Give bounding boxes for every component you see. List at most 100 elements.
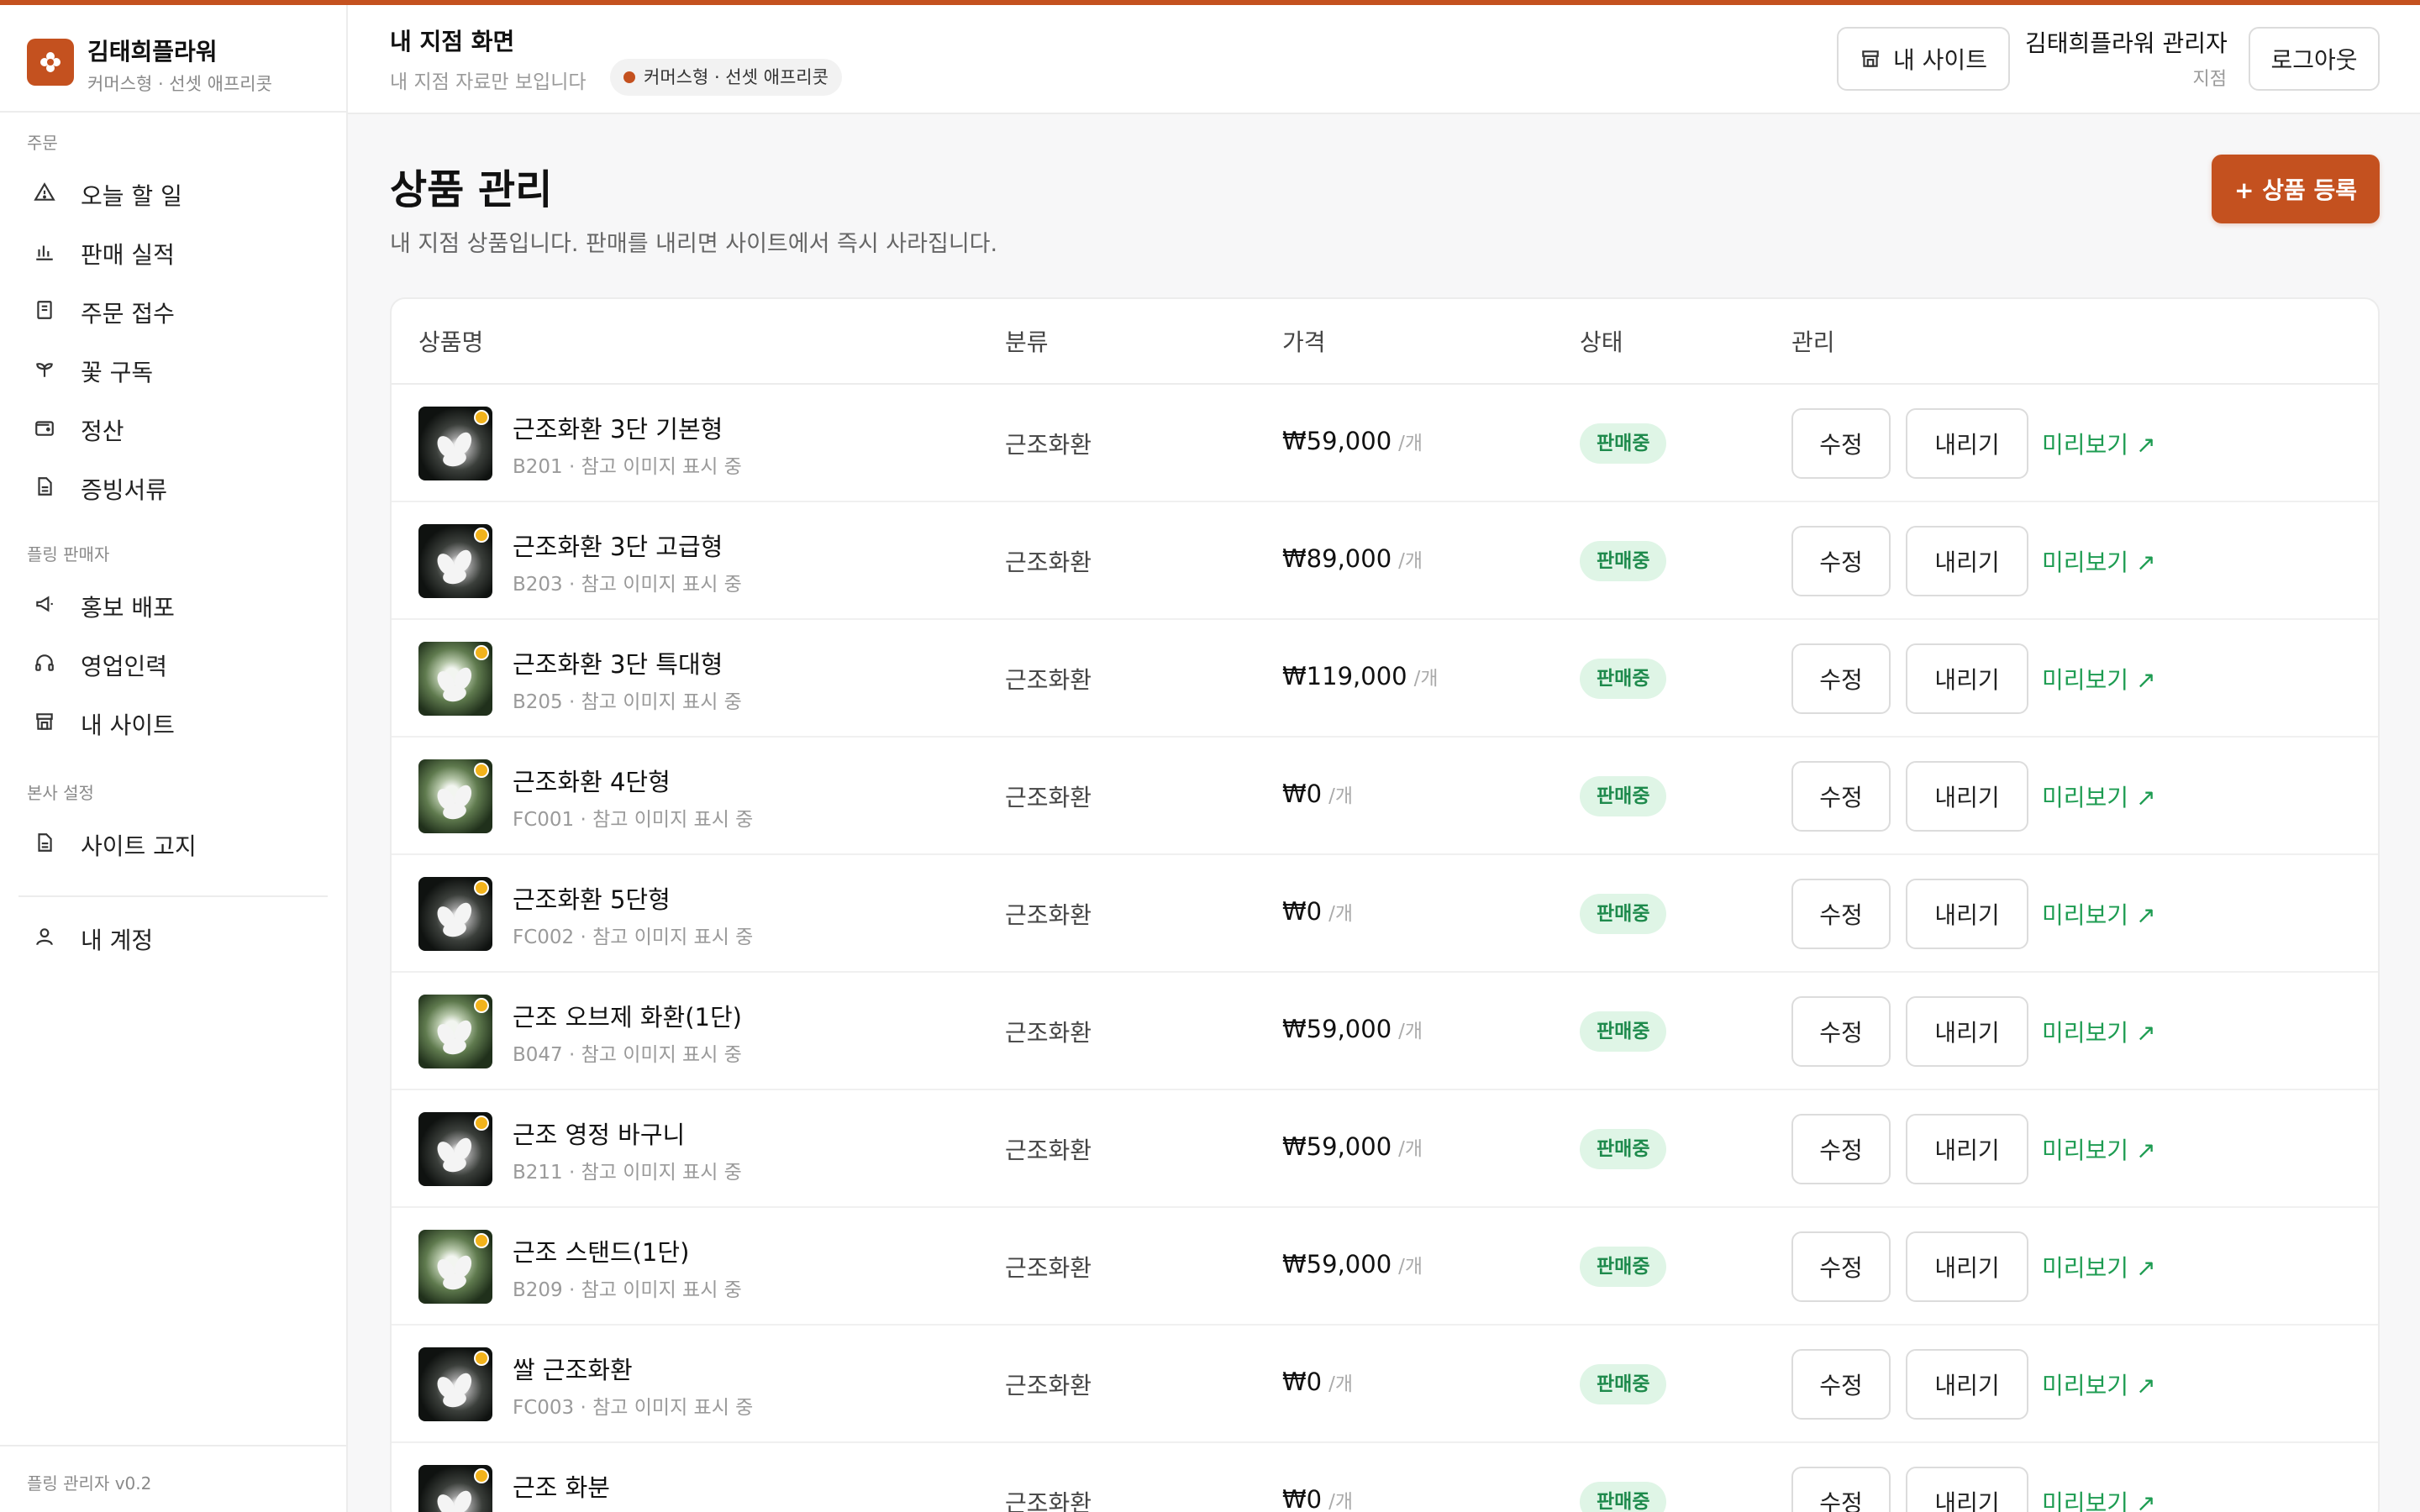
product-thumbnail[interactable] — [418, 1230, 492, 1304]
edit-button[interactable]: 수정 — [1791, 1349, 1891, 1420]
product-thumbnail[interactable] — [418, 407, 492, 480]
product-category: 근조화환 — [1005, 666, 1092, 694]
reference-image-dot — [474, 998, 489, 1013]
unlist-button[interactable]: 내리기 — [1906, 879, 2028, 949]
edit-button[interactable]: 수정 — [1791, 408, 1891, 479]
edit-button[interactable]: 수정 — [1791, 643, 1891, 714]
product-thumbnail[interactable] — [418, 642, 492, 716]
table-row: 근조화환 3단 특대형 B205 · 참고 이미지 표시 중 근조화환 ₩119,00… — [392, 620, 2378, 738]
product-price: ₩0/개 — [1282, 780, 1353, 808]
logout-button[interactable]: 로그아웃 — [2249, 27, 2380, 91]
sidebar-item-documents[interactable]: 증빙서류 — [18, 462, 329, 511]
unlist-button[interactable]: 내리기 — [1906, 526, 2028, 596]
edit-button[interactable]: 수정 — [1791, 1114, 1891, 1184]
sidebar-item-orders[interactable]: 주문 접수 — [18, 286, 329, 334]
preview-link[interactable]: 미리보기 ↗ — [2042, 1132, 2155, 1166]
unlist-button[interactable]: 내리기 — [1906, 1467, 2028, 1512]
preview-link[interactable]: 미리보기 ↗ — [2042, 544, 2155, 578]
product-price: ₩59,000/개 — [1282, 427, 1423, 455]
reference-image-dot — [474, 1351, 489, 1366]
sidebar-item-label: 내 사이트 — [81, 711, 175, 739]
product-category: 근조화환 — [1005, 431, 1092, 459]
table-row: 근조화환 3단 고급형 B203 · 참고 이미지 표시 중 근조화환 ₩89,000… — [392, 502, 2378, 620]
sidebar-item-today-tasks[interactable]: 오늘 할 일 — [18, 168, 329, 217]
preview-link[interactable]: 미리보기 ↗ — [2042, 1368, 2155, 1401]
product-thumbnail[interactable] — [418, 759, 492, 833]
edit-button[interactable]: 수정 — [1791, 879, 1891, 949]
product-thumbnail[interactable] — [418, 1465, 492, 1512]
sprout-icon — [36, 363, 53, 377]
unlist-button[interactable]: 내리기 — [1906, 996, 2028, 1067]
preview-link[interactable]: 미리보기 ↗ — [2042, 897, 2155, 931]
sidebar-item-settlement[interactable]: 정산 — [18, 403, 329, 452]
sidebar-item-label: 사이트 고지 — [81, 832, 197, 860]
preview-link[interactable]: 미리보기 ↗ — [2042, 427, 2155, 460]
sidebar-item-sales[interactable]: 판매 실적 — [18, 227, 329, 276]
unlist-button[interactable]: 내리기 — [1906, 1114, 2028, 1184]
alert-triangle-icon — [34, 182, 55, 201]
price-amount: ₩59,000 — [1282, 1015, 1392, 1043]
header-subtitle: 내 지점 자료만 보입니다 — [390, 71, 587, 93]
edit-button[interactable]: 수정 — [1791, 996, 1891, 1067]
product-code: B209 · 참고 이미지 표시 중 — [513, 1279, 742, 1301]
brand-name: 김태희플라워 — [87, 38, 218, 66]
product-category: 근조화환 — [1005, 1372, 1092, 1399]
sidebar-item-subscription[interactable]: 꽃 구독 — [18, 344, 329, 393]
sidebar-item-my-site[interactable]: 내 사이트 — [18, 697, 329, 746]
sidebar-item-site-notice[interactable]: 사이트 고지 — [18, 818, 329, 867]
product-code: B211 · 참고 이미지 표시 중 — [513, 1162, 742, 1184]
status-badge: 판매중 — [1580, 776, 1667, 816]
sidebar-item-label: 내 계정 — [81, 927, 154, 954]
unlist-button[interactable]: 내리기 — [1906, 408, 2028, 479]
product-price: ₩59,000/개 — [1282, 1132, 1423, 1161]
reference-image-dot — [474, 763, 489, 778]
top-accent-bar — [0, 0, 2420, 5]
section-label-seller: 플링 판매자 — [27, 544, 110, 564]
unlist-button[interactable]: 내리기 — [1906, 643, 2028, 714]
edit-button[interactable]: 수정 — [1791, 1467, 1891, 1512]
sidebar-item-label: 판매 실적 — [81, 241, 175, 269]
unlist-button[interactable]: 내리기 — [1906, 1349, 2028, 1420]
product-thumbnail[interactable] — [418, 524, 492, 598]
sidebar-item-label: 꽃 구독 — [81, 359, 154, 386]
product-category: 근조화환 — [1005, 1019, 1092, 1047]
brand[interactable]: 김태희플라워 커머스형 · 선셋 애프리콧 — [27, 34, 346, 101]
sidebar-item-sales-staff[interactable]: 영업인력 — [18, 638, 329, 687]
product-price: ₩89,000/개 — [1282, 544, 1423, 573]
product-price: ₩0/개 — [1282, 897, 1353, 926]
product-price: ₩59,000/개 — [1282, 1015, 1423, 1043]
preview-link[interactable]: 미리보기 ↗ — [2042, 1250, 2155, 1284]
brand-subtitle: 커머스형 · 선셋 애프리콧 — [87, 74, 272, 94]
preview-link[interactable]: 미리보기 ↗ — [2042, 780, 2155, 813]
add-product-button[interactable]: + 상품 등록 — [2212, 155, 2380, 223]
preview-link[interactable]: 미리보기 ↗ — [2042, 1015, 2155, 1048]
preview-link[interactable]: 미리보기 ↗ — [2042, 1485, 2155, 1512]
table-row: 근조화환 5단형 FC002 · 참고 이미지 표시 중 근조화환 ₩0/개 판매중 수정… — [392, 855, 2378, 973]
sidebar-item-account[interactable]: 내 계정 — [18, 912, 329, 961]
header: 내 지점 화면 내 지점 자료만 보입니다 커머스형 · 선셋 애프리콧 내 사… — [348, 5, 2420, 114]
price-amount: ₩89,000 — [1282, 544, 1392, 573]
my-site-button[interactable]: 내 사이트 — [1837, 27, 2010, 91]
product-code: FC003 · 참고 이미지 표시 중 — [513, 1397, 754, 1419]
product-thumbnail[interactable] — [418, 1112, 492, 1186]
preview-link[interactable]: 미리보기 ↗ — [2042, 662, 2155, 696]
product-thumbnail[interactable] — [418, 1347, 492, 1421]
product-category: 근조화환 — [1005, 1254, 1092, 1282]
megaphone-icon — [36, 596, 53, 612]
product-thumbnail[interactable] — [418, 995, 492, 1068]
unlist-button[interactable]: 내리기 — [1906, 761, 2028, 832]
sidebar-item-promotion[interactable]: 홍보 배포 — [18, 580, 329, 628]
edit-button[interactable]: 수정 — [1791, 1231, 1891, 1302]
status-badge: 판매중 — [1580, 894, 1667, 934]
unlist-button[interactable]: 내리기 — [1906, 1231, 2028, 1302]
reference-image-dot — [474, 1116, 489, 1131]
status-badge: 판매중 — [1580, 659, 1667, 699]
edit-button[interactable]: 수정 — [1791, 761, 1891, 832]
table-row: 근조 화분 FC004 · 참고 이미지 표시 중 근조화환 ₩0/개 판매중 수정 내리기… — [392, 1443, 2378, 1512]
product-thumbnail[interactable] — [418, 877, 492, 951]
edit-button[interactable]: 수정 — [1791, 526, 1891, 596]
headset-icon — [35, 654, 54, 671]
price-amount: ₩59,000 — [1282, 427, 1392, 455]
product-name: 근조화환 4단형 — [513, 768, 671, 796]
sidebar-item-label: 정산 — [81, 417, 124, 445]
